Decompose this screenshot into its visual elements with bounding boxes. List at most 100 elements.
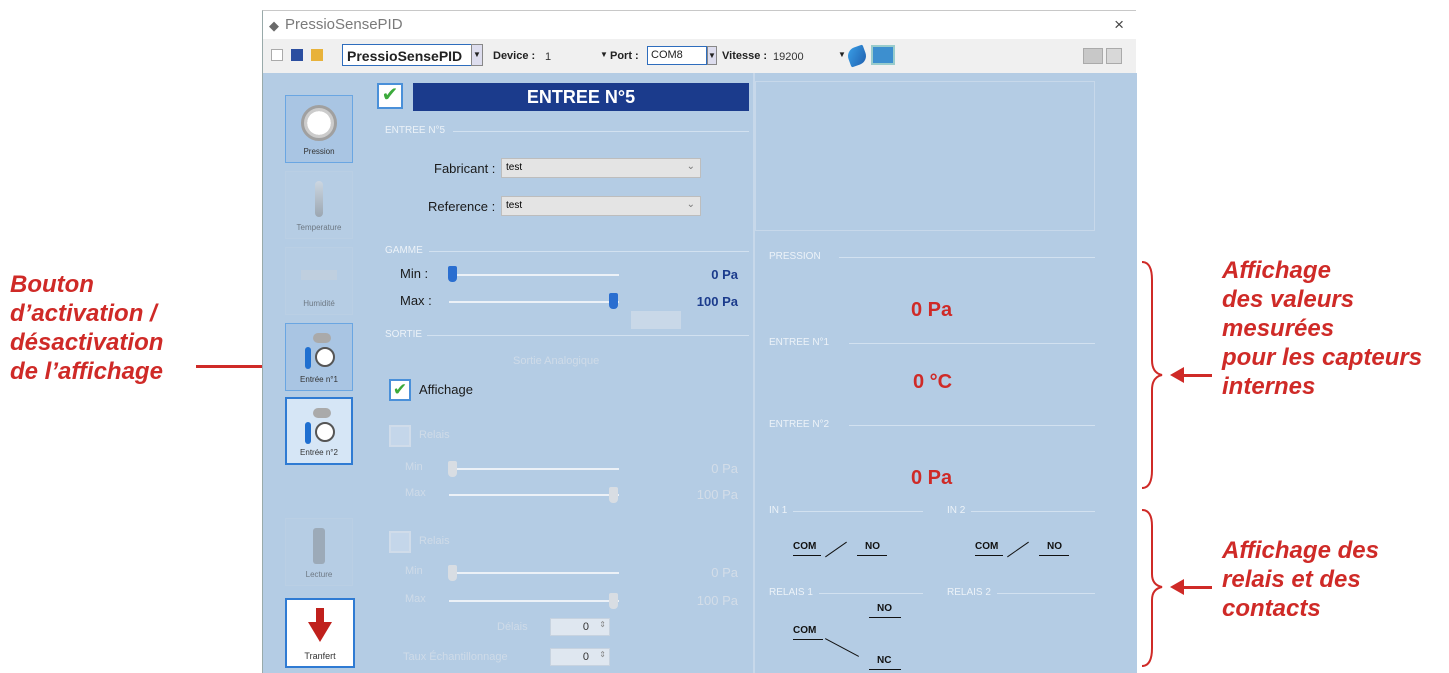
gamme-min-slider[interactable] — [448, 266, 457, 282]
group-divider — [793, 511, 923, 512]
main-content: Pression Temperature Humidité Entrée n°1… — [263, 73, 1137, 673]
com-label: COM — [975, 541, 999, 552]
screenshot-stage: Bouton d’activation / désactivation de l… — [0, 0, 1449, 673]
gamme-max-slider[interactable] — [609, 293, 618, 309]
monitor-icon[interactable] — [871, 45, 895, 65]
annotation-line: mesurées — [1222, 315, 1335, 342]
chevron-down-icon[interactable]: ▼ — [471, 44, 483, 66]
relais1-max-slider[interactable] — [609, 487, 618, 503]
profile-select[interactable]: PressioSensePID — [342, 44, 472, 66]
switch-line — [793, 555, 821, 556]
nav-pression[interactable]: Pression — [285, 95, 353, 163]
transfer-button[interactable]: Tranfert — [285, 598, 355, 668]
annotation-arrow-line — [1182, 586, 1212, 589]
annotation-line: Bouton — [10, 271, 94, 298]
group-divider — [971, 511, 1095, 512]
sortie-group-title: SORTIE — [385, 329, 423, 340]
nav-lecture[interactable]: Lecture — [285, 518, 353, 586]
relais1-title: RELAIS 1 — [769, 587, 813, 598]
gamme-max-track — [449, 301, 619, 303]
relay-blade — [824, 638, 860, 657]
thermometer-icon — [315, 181, 323, 217]
group-divider — [849, 425, 1095, 426]
relais1-min-slider[interactable] — [448, 461, 457, 477]
document-icon[interactable] — [1106, 48, 1122, 64]
switch-blade — [1007, 541, 1029, 558]
transfer-arrow-icon — [316, 608, 324, 622]
affichage-label: Affichage — [419, 382, 473, 397]
no-label: NO — [1047, 541, 1062, 552]
fabricant-select[interactable]: test ⌄ — [501, 158, 701, 178]
new-file-icon[interactable] — [271, 49, 283, 61]
info-box — [755, 81, 1095, 231]
annotation-brace-top — [1141, 261, 1163, 489]
gamme-group-title: GAMME — [385, 245, 423, 256]
annotation-relays: Affichage des relais et des contacts — [1222, 536, 1379, 623]
group-divider — [427, 335, 749, 336]
group-divider — [453, 131, 749, 132]
entree1-title: ENTREE N°1 — [769, 337, 830, 348]
nav-humidite[interactable]: Humidité — [285, 247, 353, 315]
device-value[interactable]: 1 — [545, 51, 551, 63]
nc-label: NC — [877, 655, 892, 666]
gamme-min-track — [449, 274, 619, 276]
nav-label: Humidité — [303, 299, 335, 308]
relais2-max-value: 100 Pa — [696, 593, 738, 608]
entree2-title: ENTREE N°2 — [769, 419, 830, 430]
delay-spinner[interactable]: 0 ⇕ — [550, 618, 610, 636]
switch-line — [1039, 555, 1069, 556]
connect-icon[interactable] — [845, 44, 869, 68]
reading-icon — [313, 528, 325, 564]
device-label: Device : — [493, 50, 536, 62]
speed-chevron-icon[interactable]: ▼ — [838, 50, 846, 59]
affichage-checkbox[interactable]: ✔ — [389, 379, 411, 401]
relais2-checkbox[interactable] — [389, 531, 411, 553]
nav-temperature[interactable]: Temperature — [285, 171, 353, 239]
annotation-arrow-line — [1182, 374, 1212, 377]
com-label: COM — [793, 541, 817, 552]
annotation-line: de l’affichage — [10, 358, 163, 385]
relais1-max-track — [449, 494, 619, 496]
app-window: ◆ PressioSensePID × PressioSensePID ▼ De… — [262, 10, 1137, 673]
group-divider — [849, 343, 1095, 344]
com-label: COM — [793, 625, 817, 636]
relais2-max-track — [449, 600, 619, 602]
nav-entree-2[interactable]: Entrée n°2 — [285, 397, 353, 465]
annotation-line: Affichage — [1222, 257, 1331, 284]
group-divider — [997, 593, 1095, 594]
annotation-line: pour les capteurs — [1222, 344, 1423, 371]
save-icon[interactable] — [291, 49, 303, 61]
layout-icon[interactable] — [1083, 48, 1103, 64]
in2-title: IN 2 — [947, 505, 966, 516]
relais1-checkbox[interactable] — [389, 425, 411, 447]
gamme-min-value: 0 Pa — [711, 267, 738, 282]
transfer-label: Tranfert — [304, 651, 336, 661]
relais2-title: RELAIS 2 — [947, 587, 991, 598]
annotation-line: des valeurs — [1222, 286, 1355, 313]
entry-group-title: ENTREE N°5 — [385, 125, 446, 136]
reference-select[interactable]: test ⌄ — [501, 196, 701, 216]
relais2-max-label: Max — [405, 593, 426, 605]
pression-value: 0 Pa — [911, 299, 953, 321]
port-select[interactable]: COM8 — [647, 46, 707, 65]
entry-header: ENTREE N°5 — [413, 83, 749, 111]
fabricant-value: test — [506, 162, 523, 173]
device-chevron-icon[interactable]: ▼ — [600, 50, 608, 59]
humidity-icon — [301, 270, 337, 280]
nav-entree-1[interactable]: Entrée n°1 — [285, 323, 353, 391]
open-folder-icon[interactable] — [311, 49, 323, 61]
port-label: Port : — [610, 50, 639, 62]
relais2-max-slider[interactable] — [609, 593, 618, 609]
entree1-value: 0 °C — [913, 371, 953, 393]
speed-label: Vitesse : — [722, 50, 768, 62]
annotation-line: contacts — [1222, 595, 1321, 622]
relais2-min-slider[interactable] — [448, 565, 457, 581]
annotation-line: Affichage des — [1222, 537, 1379, 564]
sampling-spinner[interactable]: 0 ⇕ — [550, 648, 610, 666]
speed-value[interactable]: 19200 — [773, 51, 804, 63]
nav-label: Pression — [303, 147, 335, 156]
close-button[interactable]: × — [1114, 15, 1124, 35]
entry-enable-checkbox[interactable]: ✔ — [377, 83, 403, 109]
chevron-down-icon[interactable]: ▼ — [707, 46, 717, 65]
in2-switch-diagram: COM NO — [967, 539, 1087, 569]
